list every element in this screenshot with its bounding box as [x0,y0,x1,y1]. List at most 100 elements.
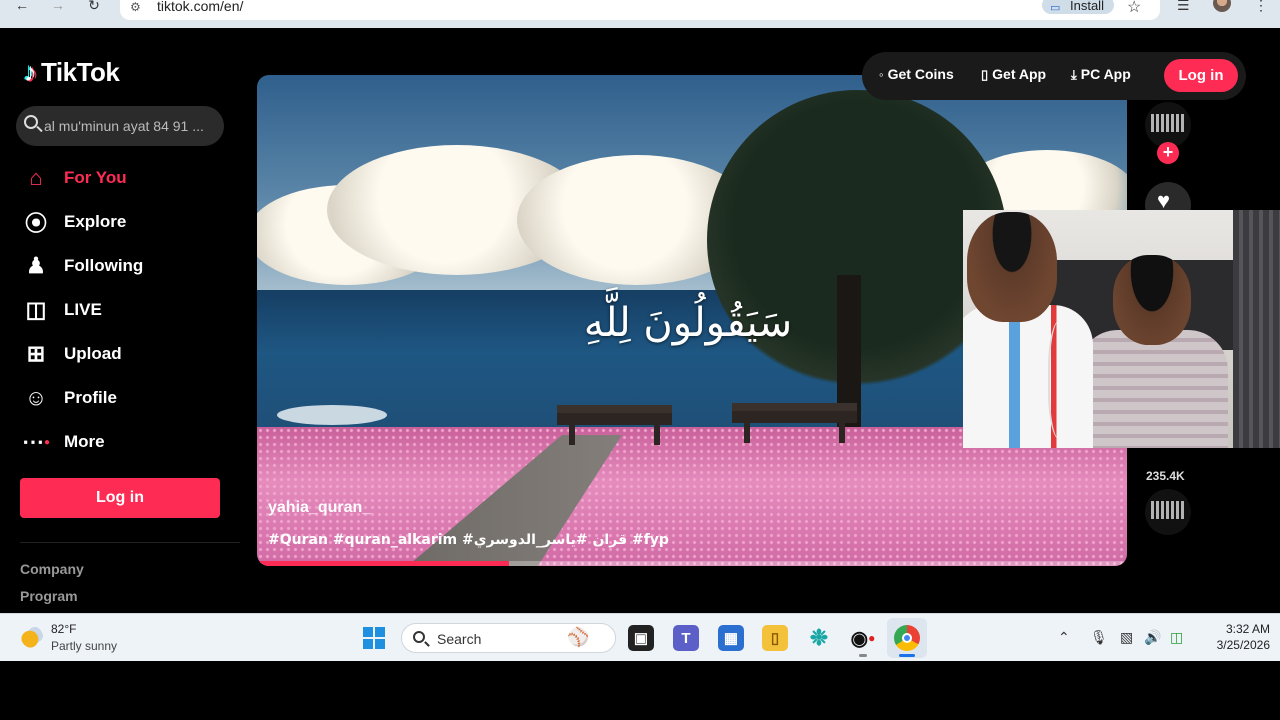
upload-plus-icon: ⊞ [26,341,46,366]
windows-start-icon[interactable] [363,627,385,649]
nav-label: Following [64,256,144,275]
weather-temperature[interactable]: 82°F [51,622,76,636]
footer-company[interactable]: Company [20,561,84,577]
nav-label: Profile [64,388,117,407]
more-dots-icon: ⋯ ● [21,429,51,454]
chrome-icon[interactable] [894,625,920,651]
address-bar[interactable]: ⚙ tiktok.com/en/ ▭ Install ☆ [120,0,1160,20]
nav-more[interactable]: ⋯ ● More [20,424,230,460]
search-highlight-icon: ⚾ [567,627,590,647]
battery-charging-icon[interactable]: ◫ [1170,629,1183,646]
phone-icon: ▯ [981,67,989,82]
url-text[interactable]: tiktok.com/en/ [157,0,243,14]
install-app-button[interactable]: ▭ Install [1042,0,1114,14]
like-count: 235.4K [1146,469,1185,483]
nav-label: More [64,432,105,451]
nav-label: Explore [64,212,127,231]
browser-toolbar: ← → ↻ ⚙ tiktok.com/en/ ▭ Install ☆ ☰ ⋮ [0,0,1280,28]
weather-condition[interactable]: Partly sunny [51,639,117,653]
pc-app-label: PC App [1080,66,1131,82]
chevron-up-icon[interactable]: ⌃ [1058,629,1070,646]
nav-live[interactable]: ◫ LIVE [20,292,230,328]
sidebar-login-button[interactable]: Log in [20,478,220,518]
logo-text: TikTok [41,56,120,87]
compass-icon: ⦿ [24,211,47,236]
video-progress-fill [257,561,510,566]
footer-program[interactable]: Program [20,588,78,604]
follow-plus-icon[interactable]: + [1157,142,1179,164]
home-icon: ⌂ [29,165,43,190]
nav-explore[interactable]: ⦿ Explore [20,204,230,240]
taskbar-search-label: Search [437,631,482,647]
system-clock[interactable]: 3:32 AM 3/25/2026 [1200,621,1270,653]
install-app-icon: ▭ [1050,2,1061,14]
sidebar: ♪ TikTok ⌂ For You ⦿ Explore ♟ Following… [0,28,240,613]
clock-date: 3/25/2026 [1216,638,1270,652]
webcam-person-head [967,212,1057,322]
clock-time: 3:32 AM [1225,622,1270,636]
media-control-icon[interactable]: ☰ [1177,0,1190,14]
live-tv-icon: ◫ [25,297,47,322]
webcam-person-head [1113,255,1191,345]
app-running-indicator [859,654,867,657]
file-explorer-icon[interactable]: ▯ [762,625,788,651]
install-label: Install [1070,0,1104,13]
webcam-overlay [963,210,1280,448]
microphone-icon[interactable]: 🎙 [1090,629,1108,646]
video-progress-bar[interactable] [257,561,1127,566]
coin-icon: ◦ [879,67,884,82]
get-app-label: Get App [992,66,1047,82]
nav-following[interactable]: ♟ Following [20,248,230,284]
volume-icon[interactable]: 🔊 [1144,629,1161,646]
profile-icon: ☺ [24,385,48,410]
nav-label: LIVE [64,300,102,319]
taskbar-search[interactable]: Search ⚾ [401,623,616,653]
site-info-icon[interactable]: ⚙ [130,0,141,14]
pc-app-button[interactable]: ⤓ PC App [1071,66,1131,83]
top-login-button[interactable]: Log in [1164,59,1238,92]
bench [732,403,857,443]
download-icon: ⤓ [1071,67,1077,82]
menu-kebab-icon[interactable]: ⋮ [1254,0,1268,14]
next-avatar[interactable] [1145,489,1191,535]
back-arrow-icon[interactable]: ← [10,0,34,14]
weather-partly-sunny-icon[interactable] [21,626,43,648]
letterbox-bar [0,661,1280,720]
video-username[interactable]: yahia_quran_ [268,499,371,517]
nav-label: Upload [64,344,122,363]
task-view-icon[interactable]: ▣ [628,625,654,651]
forward-arrow-icon[interactable]: → [46,0,70,14]
get-coins-label: Get Coins [887,66,954,82]
teams-icon[interactable]: T [673,625,699,651]
get-coins-button[interactable]: ◦ Get Coins [879,66,954,82]
search-icon[interactable] [24,115,38,129]
search-icon [413,631,425,643]
reload-icon[interactable]: ↻ [82,0,106,14]
video-caption[interactable]: #Quran #quran_alkarim #قران #ياسر_الدوسر… [268,532,669,548]
search-input[interactable] [44,106,222,146]
nav-profile[interactable]: ☺ Profile [20,380,230,416]
tiktok-logo[interactable]: ♪ TikTok [24,56,120,88]
nav-label: For You [64,168,127,187]
divider [20,542,240,543]
webcam-person [1078,330,1228,448]
windows-taskbar: 82°F Partly sunny Search ⚾ ▣ T ▦ ▯ ❉ ◉ ● … [0,613,1280,661]
get-app-button[interactable]: ▯ Get App [981,66,1046,83]
nav-for-you[interactable]: ⌂ For You [20,160,230,196]
obs-icon[interactable]: ◉ ● [850,625,876,651]
search-box[interactable] [16,106,224,146]
app-active-indicator [899,654,915,657]
tiktok-note-icon: ♪ [24,56,37,87]
following-user-icon: ♟ [26,253,46,278]
top-action-bar: ◦ Get Coins ▯ Get App ⤓ PC App Log in [862,52,1246,100]
star-icon[interactable]: ☆ [1127,0,1141,17]
display-icon[interactable]: ▧ [1120,629,1133,646]
store-icon[interactable]: ▦ [718,625,744,651]
webcam-curtain [1233,210,1280,448]
video-foam [277,405,387,425]
app-swirl-icon[interactable]: ❉ [806,625,832,651]
profile-avatar[interactable] [1213,0,1231,12]
nav-upload[interactable]: ⊞ Upload [20,336,230,372]
webcam-cable [1048,320,1078,440]
bench [557,405,672,445]
